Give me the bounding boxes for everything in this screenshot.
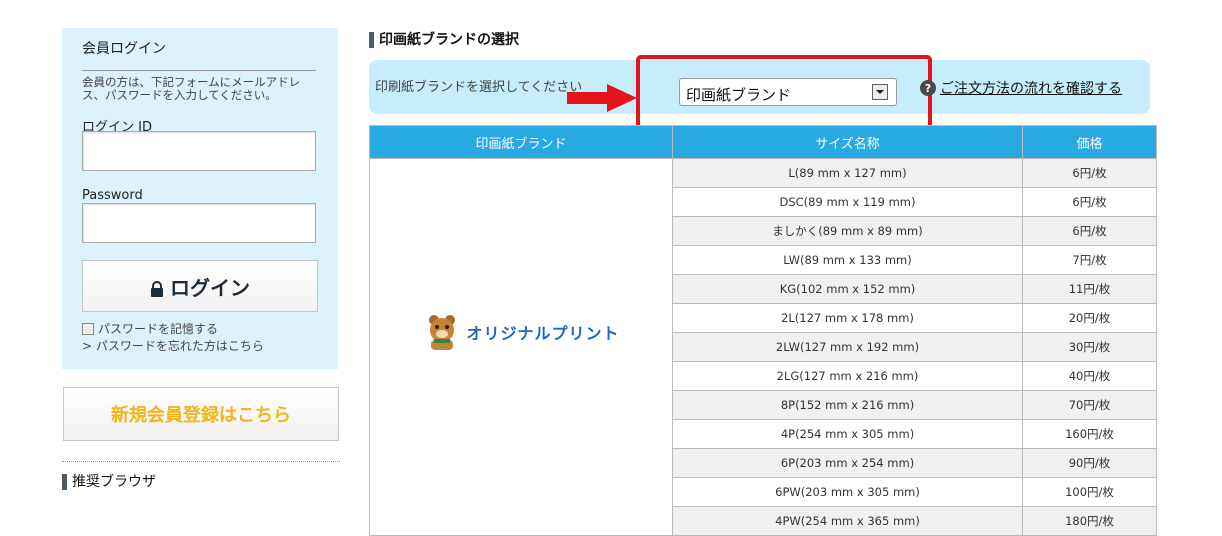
size-cell: 4P(254 mm x 305 mm) xyxy=(672,419,1023,449)
table-header-size: サイズ名称 xyxy=(672,125,1023,159)
size-cell: 2LW(127 mm x 192 mm) xyxy=(672,332,1023,362)
brand-section-title: 印画紙ブランドの選択 xyxy=(369,32,519,48)
highlight-box xyxy=(636,55,932,131)
browser-section-title: 推奨ブラウザ xyxy=(62,474,156,490)
price-cell: 70円/枚 xyxy=(1022,390,1157,420)
price-table: 印画紙ブランド サイズ名称 価格 オリジナルプリント L(89 mm x 127 … xyxy=(369,125,1157,536)
login-button-label: ログイン xyxy=(170,275,250,300)
size-cell: KG(102 mm x 152 mm) xyxy=(672,274,1023,304)
login-button[interactable]: ログイン xyxy=(82,260,318,312)
order-flow-link-text: ご注文方法の流れを確認する xyxy=(940,81,1122,97)
price-cell: 6円/枚 xyxy=(1022,216,1157,246)
size-cell: DSC(89 mm x 119 mm) xyxy=(672,187,1023,217)
table-header-brand: 印画紙ブランド xyxy=(369,125,673,159)
price-cell: 11円/枚 xyxy=(1022,274,1157,304)
forgot-password-link[interactable]: > パスワードを忘れた方はこちら xyxy=(82,337,264,354)
question-icon: ? xyxy=(920,80,936,96)
size-cell: 6P(203 mm x 254 mm) xyxy=(672,448,1023,478)
divider xyxy=(62,461,340,462)
price-cell: 6円/枚 xyxy=(1022,158,1157,188)
size-cell: ましかく(89 mm x 89 mm) xyxy=(672,216,1023,246)
price-cell: 7円/枚 xyxy=(1022,245,1157,275)
table-header-price: 価格 xyxy=(1022,125,1157,159)
price-cell: 160円/枚 xyxy=(1022,419,1157,449)
brand-logo-text: オリジナルプリント xyxy=(466,324,620,343)
price-cell: 100円/枚 xyxy=(1022,477,1157,507)
order-flow-link[interactable]: ? ご注文方法の流れを確認する xyxy=(920,78,1122,98)
lock-icon xyxy=(150,278,164,297)
price-cell: 6円/枚 xyxy=(1022,187,1157,217)
brand-logo[interactable]: オリジナルプリント xyxy=(371,312,671,352)
register-button[interactable]: 新規会員登録はこちら xyxy=(63,387,339,441)
arrow-right-icon xyxy=(567,84,637,112)
login-id-input[interactable] xyxy=(82,131,316,171)
size-cell: 8P(152 mm x 216 mm) xyxy=(672,390,1023,420)
password-label: Password xyxy=(82,188,143,203)
price-cell: 90円/枚 xyxy=(1022,448,1157,478)
brand-cell[interactable]: オリジナルプリント xyxy=(369,158,673,536)
remember-checkbox[interactable] xyxy=(82,322,94,335)
login-title: 会員ログイン xyxy=(82,41,166,57)
remember-label: パスワードを記憶する xyxy=(98,322,219,336)
table-row: オリジナルプリント L(89 mm x 127 mm) 6円/枚 xyxy=(369,158,1157,536)
price-cell: 180円/枚 xyxy=(1022,506,1157,536)
remember-password[interactable]: パスワードを記憶する xyxy=(82,320,218,337)
size-cell: 4PW(254 mm x 365 mm) xyxy=(672,506,1023,536)
size-cell: LW(89 mm x 133 mm) xyxy=(672,245,1023,275)
price-cell: 30円/枚 xyxy=(1022,332,1157,362)
price-cell: 20円/枚 xyxy=(1022,303,1157,333)
price-cell: 40円/枚 xyxy=(1022,361,1157,391)
bear-mascot-icon xyxy=(429,315,456,350)
password-input[interactable] xyxy=(82,203,316,243)
login-description: 会員の方は、下記フォームにメールアドレス、パスワードを入力してください。 xyxy=(82,75,301,102)
size-cell: 2L(127 mm x 178 mm) xyxy=(672,303,1023,333)
size-cell: 6PW(203 mm x 305 mm) xyxy=(672,477,1023,507)
size-cell: 2LG(127 mm x 216 mm) xyxy=(672,361,1023,391)
login-panel: 会員ログイン 会員の方は、下記フォームにメールアドレス、パスワードを入力してくだ… xyxy=(62,28,338,369)
size-cell: L(89 mm x 127 mm) xyxy=(672,158,1023,188)
brand-select-prompt: 印刷紙ブランドを選択してください xyxy=(375,80,583,95)
divider xyxy=(82,70,316,71)
